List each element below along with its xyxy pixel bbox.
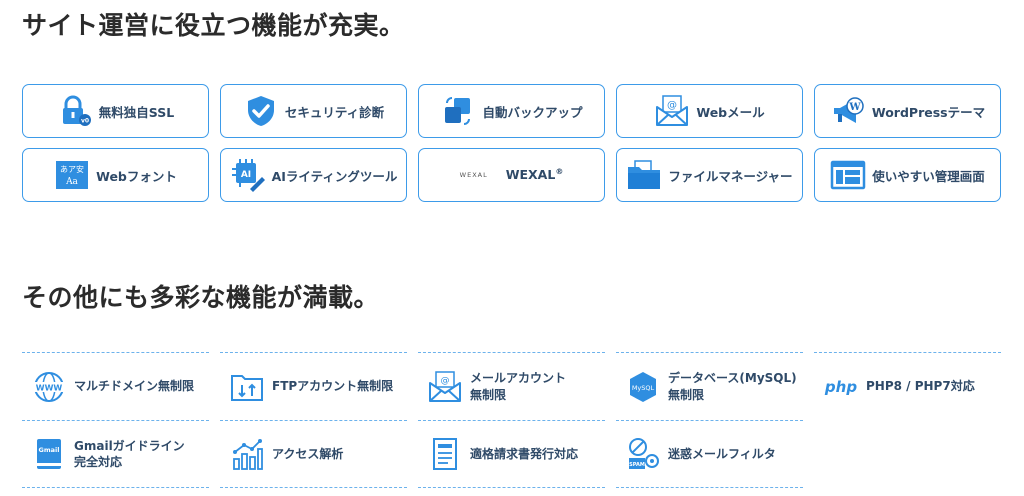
other-item-label: 迷惑メールフィルタ: [668, 446, 776, 461]
svg-text:あア安: あア安: [60, 164, 84, 174]
other-item-label: Gmailガイドライン 完全対応: [74, 438, 185, 469]
feature-card-label: WEXAL: [505, 167, 556, 183]
other-item-mail-account: @ メールアカウント 無制限: [418, 352, 605, 420]
feature-card-label: セキュリティ診断: [284, 104, 385, 120]
other-item-php: php PHP8 / PHP7対応: [814, 352, 1001, 420]
invoice-icon: [428, 437, 462, 471]
other-item-database: MySQL データベース(MySQL) 無制限: [616, 352, 803, 420]
feature-card-wexal[interactable]: WEXAL WEXAL®: [418, 148, 605, 202]
mail-account-icon: @: [428, 370, 462, 404]
php-icon: php: [824, 370, 858, 404]
feature-card-backup[interactable]: 自動バックアップ: [418, 84, 605, 138]
wexal-logo-icon: WEXAL: [459, 171, 488, 179]
other-item-label: FTPアカウント無制限: [272, 379, 394, 394]
feature-card-security[interactable]: セキュリティ診断: [220, 84, 407, 138]
other-item-label: PHP8 / PHP7対応: [866, 379, 975, 394]
gmail-book-icon: Gmail: [32, 437, 66, 471]
svg-text:Aa: Aa: [65, 177, 78, 187]
other-item-label: アクセス解析: [272, 446, 344, 461]
svg-text:W: W: [848, 102, 861, 113]
feature-card-label: WordPressテーマ: [871, 104, 986, 120]
feature-card-admin-screen[interactable]: 使いやすい管理画面: [814, 148, 1001, 202]
feature-card-label: Webフォント: [96, 168, 177, 184]
other-item-label: マルチドメイン無制限: [74, 379, 195, 394]
feature-card-label: 使いやすい管理画面: [872, 168, 985, 184]
mysql-database-icon: MySQL: [626, 370, 660, 404]
section-title-other-features: その他にも多彩な機能が満載。: [22, 283, 380, 312]
other-item-label: メールアカウント 無制限: [470, 371, 567, 402]
other-item-analytics: アクセス解析: [220, 420, 407, 488]
svg-text:php: php: [824, 378, 857, 396]
other-item-multi-domain: WWW マルチドメイン無制限: [22, 352, 209, 420]
section-title-features: サイト運営に役立つ機能が充実。: [22, 11, 405, 40]
other-item-label: 適格請求書発行対応: [470, 446, 579, 461]
feature-card-grid: v0 無料独自SSL セキュリティ診断 自動バックアップ @ Webメール W …: [22, 84, 1001, 202]
admin-screen-icon: [830, 157, 866, 193]
feature-card-label: ファイルマネージャー: [668, 168, 793, 184]
svg-text:WWW: WWW: [36, 383, 63, 392]
feature-card-webmail[interactable]: @ Webメール: [616, 84, 803, 138]
wordpress-megaphone-icon: W: [830, 93, 866, 129]
other-item-label: データベース(MySQL) 無制限: [668, 371, 797, 402]
other-item-invoice: 適格請求書発行対応: [418, 420, 605, 488]
other-item-ftp: FTPアカウント無制限: [220, 352, 407, 420]
folder-icon: [626, 157, 662, 193]
svg-text:@: @: [441, 376, 450, 386]
other-item-spam-filter: SPAM 迷惑メールフィルタ: [616, 420, 803, 488]
feature-card-file-manager[interactable]: ファイルマネージャー: [616, 148, 803, 202]
registered-mark: ®: [555, 167, 564, 177]
ai-chip-pen-icon: AI: [230, 157, 266, 193]
mail-envelope-icon: @: [654, 93, 690, 129]
web-font-icon: あア安 Aa: [54, 157, 90, 193]
svg-text:MySQL: MySQL: [632, 384, 655, 392]
svg-text:@: @: [667, 100, 677, 111]
svg-text:SPAM: SPAM: [629, 462, 645, 468]
feature-card-webfont[interactable]: あア安 Aa Webフォント: [22, 148, 209, 202]
feature-card-label: Webメール: [696, 104, 765, 120]
shield-check-icon: [243, 93, 279, 129]
ssl-lock-icon: v0: [57, 93, 93, 129]
feature-card-wordpress[interactable]: W WordPressテーマ: [814, 84, 1001, 138]
analytics-chart-icon: [230, 437, 264, 471]
svg-text:v0: v0: [81, 118, 89, 125]
feature-card-label: 自動バックアップ: [482, 104, 583, 120]
feature-card-label-wrap: WEXAL®: [506, 167, 564, 182]
svg-text:AI: AI: [240, 170, 250, 180]
svg-text:Gmail: Gmail: [39, 446, 60, 454]
ftp-folder-icon: [230, 370, 264, 404]
backup-sync-icon: [440, 93, 476, 129]
feature-card-label: 無料独自SSL: [98, 104, 175, 120]
other-feature-grid: WWW マルチドメイン無制限 FTPアカウント無制限 @ メールアカウント 無制…: [22, 352, 1001, 488]
www-globe-icon: WWW: [32, 370, 66, 404]
feature-card-ai-writing[interactable]: AI AIライティングツール: [220, 148, 407, 202]
spam-filter-icon: SPAM: [626, 437, 660, 471]
feature-card-label: AIライティングツール: [271, 168, 398, 184]
feature-card-ssl[interactable]: v0 無料独自SSL: [22, 84, 209, 138]
other-item-gmail: Gmail Gmailガイドライン 完全対応: [22, 420, 209, 488]
